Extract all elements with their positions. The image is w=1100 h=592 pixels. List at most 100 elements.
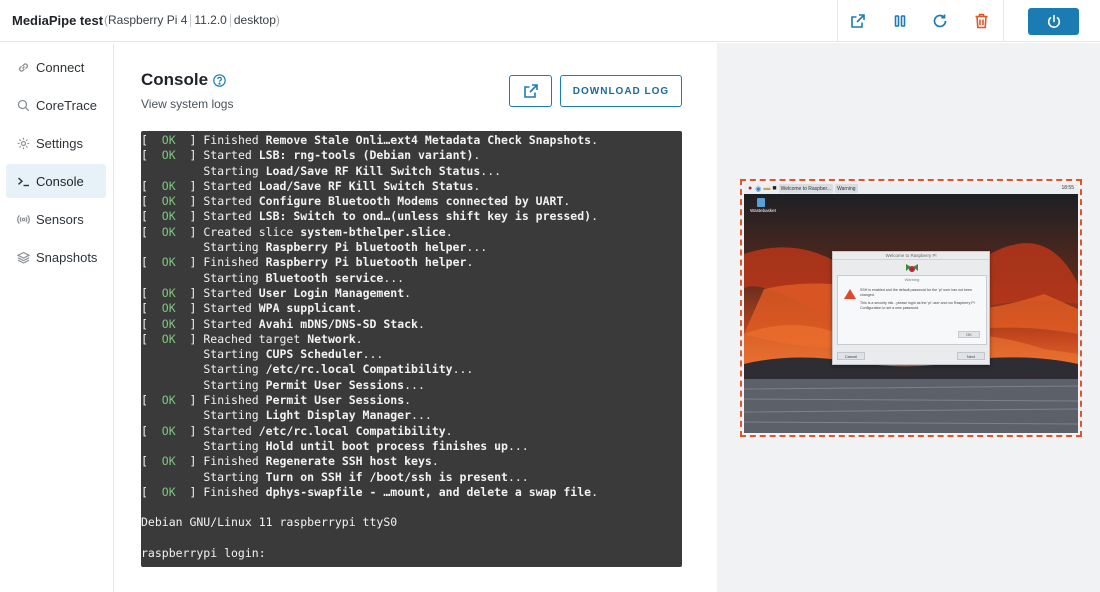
log-text: Starting (203, 377, 266, 392)
console-line: Starting CUPS Scheduler... (141, 347, 682, 362)
device-mode: desktop (233, 13, 276, 27)
help-icon[interactable] (213, 74, 226, 87)
next-button[interactable]: Next (957, 352, 985, 360)
log-unit: LSB: rng-tools (Debian variant) (258, 148, 474, 163)
log-tail: . (591, 133, 599, 147)
os-version: 11.2.0 (194, 13, 227, 27)
open-external-button[interactable] (846, 9, 870, 33)
log-text: Started (203, 148, 259, 163)
sidebar-item-connect[interactable]: Connect (6, 50, 106, 84)
log-text: Finished (203, 454, 266, 469)
sidebar-item-settings[interactable]: Settings (6, 126, 106, 160)
wastebasket-desktop-icon[interactable]: Wastebasket (750, 198, 776, 213)
dialog-ok-button[interactable]: OK (958, 331, 980, 338)
welcome-window[interactable]: Welcome to Raspberry Pi Warning SSH is e… (832, 251, 990, 365)
log-text: Started (203, 301, 259, 316)
warning-icon (844, 289, 856, 299)
raspberry-logo-icon (906, 264, 918, 272)
log-tail: . (445, 224, 453, 239)
status-ok: OK (161, 209, 176, 224)
console-log-lines: [ OK ] Finished Remove Stale Onli…ext4 M… (141, 133, 682, 561)
refresh-icon (933, 14, 947, 28)
log-tail: . (417, 316, 425, 331)
browser-icon[interactable]: ◉ (755, 185, 761, 193)
log-text: Created slice (203, 224, 301, 239)
log-unit: dphys-swapfile - …mount, and delete a sw… (265, 484, 592, 499)
warning-dialog[interactable]: Warning SSH is enabled and the default p… (837, 275, 987, 345)
log-tail: . (591, 209, 599, 224)
taskbar-item-welcome[interactable]: Welcome to Raspber... (778, 184, 834, 193)
delete-device-button[interactable] (969, 9, 993, 33)
log-text: Finished (203, 255, 266, 270)
console-output[interactable]: [ OK ] Finished Remove Stale Onli…ext4 M… (141, 131, 682, 567)
status-ok: OK (161, 224, 176, 239)
window-title: Welcome to Raspberry Pi (833, 252, 989, 260)
open-console-external-button[interactable] (509, 75, 552, 107)
console-line: [ OK ] Finished Permit User Sessions. (141, 393, 412, 408)
restart-button[interactable] (928, 9, 952, 33)
pause-button[interactable] (888, 9, 912, 33)
device-screen[interactable]: ● ◉ ▬ ■ Welcome to Raspber... Warning 18… (744, 183, 1078, 433)
sidebar-item-coretrace[interactable]: CoreTrace (6, 88, 106, 122)
log-text: Finished (203, 393, 266, 408)
log-unit: Configure Bluetooth Modems connected by … (258, 194, 564, 209)
log-tail: ... (507, 469, 529, 484)
taskbar-item-warning[interactable]: Warning (835, 184, 858, 193)
log-text: Finished (203, 133, 266, 147)
log-unit: /etc/rc.local Compatibility (258, 423, 446, 438)
log-text: Starting (203, 408, 266, 423)
sidebar-item-label: CoreTrace (36, 97, 97, 113)
log-tail: . (591, 484, 599, 499)
log-unit: LSB: Switch to ond…(unless shift key is … (258, 209, 592, 224)
log-text: Started (203, 209, 259, 224)
log-tail: ... (411, 408, 432, 423)
log-tail: ... (362, 347, 384, 362)
log-tail: . (473, 178, 481, 193)
console-line: [ OK ] Started Configure Bluetooth Modem… (141, 194, 571, 209)
power-button[interactable] (1028, 8, 1079, 35)
sidebar-item-label: Settings (36, 135, 83, 151)
status-ok: OK (161, 484, 176, 499)
download-log-button[interactable]: DOWNLOAD LOG (560, 75, 682, 107)
app-title: MediaPipe test (12, 13, 104, 28)
folder-icon[interactable]: ▬ (763, 185, 770, 192)
sidebar-item-snapshots[interactable]: Snapshots (6, 240, 106, 274)
log-unit: Avahi mDNS/DNS-SD Stack (258, 316, 418, 331)
sidebar-item-sensors[interactable]: Sensors (6, 202, 106, 236)
log-unit: Load/Save RF Kill Switch Status (265, 163, 481, 178)
log-tail: ... (383, 270, 405, 285)
status-ok: OK (161, 255, 176, 270)
broadcast-icon (16, 212, 30, 226)
sidebar-item-label: Connect (36, 59, 85, 75)
log-text: Reached target (203, 331, 308, 346)
link-icon (16, 60, 30, 74)
log-tail: . (355, 301, 363, 316)
pause-icon (894, 15, 906, 27)
sidebar-item-console[interactable]: Console (6, 164, 106, 198)
log-tail: . (466, 255, 474, 270)
console-line: [ OK ] Finished Regenerate SSH host keys… (141, 454, 439, 469)
terminal-app-icon[interactable]: ■ (772, 185, 776, 192)
log-tail: . (431, 454, 439, 469)
layers-icon (16, 250, 30, 264)
raspberry-menu-icon[interactable]: ● (748, 185, 752, 192)
console-line: [ OK ] Finished dphys-swapfile - …mount,… (141, 484, 599, 499)
log-tail: ... (404, 377, 425, 392)
log-text: Starting (203, 469, 266, 484)
console-line: [ OK ] Started LSB: Switch to ond…(unles… (141, 209, 599, 224)
log-unit: Remove Stale Onli…ext4 Metadata Check Sn… (265, 133, 592, 147)
log-tail: ... (452, 362, 474, 377)
console-line: Starting Load/Save RF Kill Switch Status… (141, 164, 682, 179)
sidebar-item-label: Snapshots (36, 249, 98, 265)
console-line: Starting /etc/rc.local Compatibility... (141, 362, 682, 377)
log-unit: CUPS Scheduler (265, 347, 363, 362)
cancel-button[interactable]: Cancel (837, 352, 865, 360)
log-text: Starting (203, 438, 266, 453)
log-text: Starting (203, 270, 266, 285)
log-text: Started (203, 316, 259, 331)
log-text: Started (203, 423, 259, 438)
dialog-title: Warning (904, 277, 920, 282)
console-line: Starting Hold until boot process finishe… (141, 439, 682, 454)
